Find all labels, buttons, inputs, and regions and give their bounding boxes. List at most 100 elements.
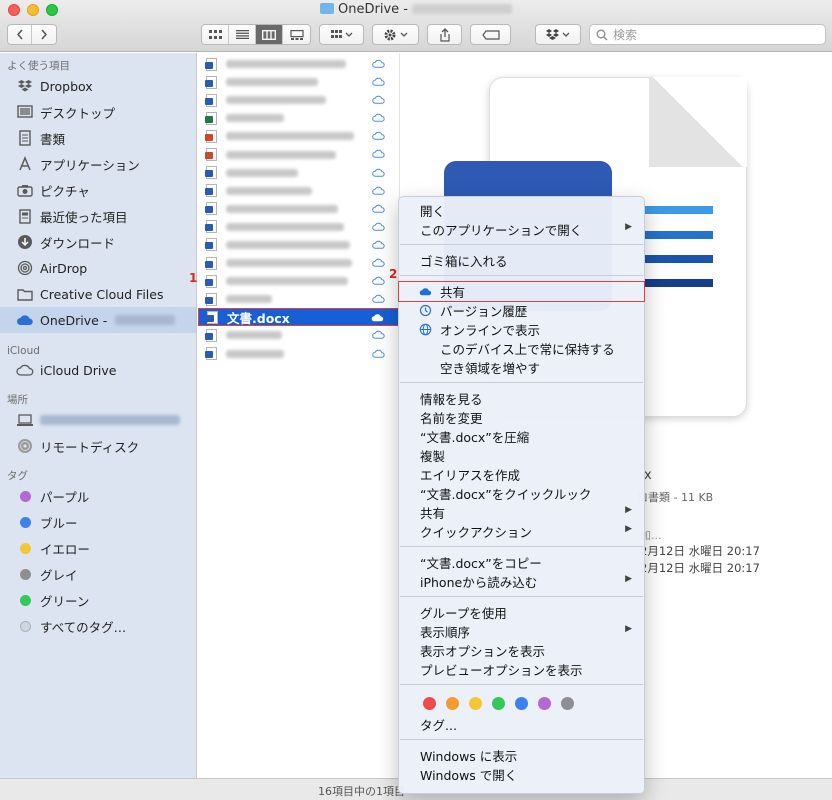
file-row[interactable] [198, 218, 399, 236]
menu-item-view-online[interactable]: オンラインで表示 [399, 320, 644, 339]
menu-item-compress[interactable]: “文書.docx”を圧縮 [399, 427, 644, 446]
column-view-button[interactable] [256, 25, 283, 44]
file-row[interactable] [198, 200, 399, 218]
action-button[interactable] [372, 24, 419, 45]
menu-item-version-history[interactable]: バージョン履歴 [399, 301, 644, 320]
file-row[interactable] [198, 290, 399, 308]
menu-item-open[interactable]: 開く [399, 201, 644, 220]
file-name-redacted [226, 277, 348, 286]
sidebar-item-documents[interactable]: 書類 [0, 125, 196, 151]
menu-item-import-from-iphone[interactable]: iPhoneから読み込む ▶ [399, 572, 644, 591]
tag-orange-button[interactable] [446, 696, 459, 710]
status-text: 16項目中の1項目 [318, 785, 405, 798]
dropbox-icon [546, 28, 570, 40]
menu-item-free-up-space[interactable]: 空き領域を増やす [399, 358, 644, 377]
file-row[interactable] [198, 109, 399, 127]
menu-item-duplicate[interactable]: 複製 [399, 446, 644, 465]
tag-red-button[interactable] [423, 696, 436, 710]
sidebar-item-all-tags[interactable]: すべてのタグ… [0, 613, 196, 639]
back-button[interactable] [8, 25, 33, 44]
sidebar-item-remote-disc[interactable]: リモートディスク [0, 433, 196, 459]
menu-item-sort-by[interactable]: 表示順序 ▶ [399, 622, 644, 641]
file-row[interactable] [198, 254, 399, 272]
menu-item-move-to-trash[interactable]: ゴミ箱に入れる [399, 251, 644, 270]
tag-blue-button[interactable] [515, 696, 528, 710]
file-row[interactable] [198, 164, 399, 182]
file-name-redacted [226, 132, 354, 141]
menu-item-open-with[interactable]: このアプリケーションで開く ▶ [399, 220, 644, 239]
menu-item-quick-look[interactable]: “文書.docx”をクイックルック [399, 484, 644, 503]
share-button[interactable] [427, 24, 462, 45]
file-row[interactable] [198, 272, 399, 290]
edit-tags-button[interactable] [470, 24, 511, 45]
menu-item-onedrive-share[interactable]: 共有 [398, 281, 645, 302]
list-icon [235, 30, 249, 39]
dropbox-menu-button[interactable] [535, 24, 581, 45]
file-row[interactable] [198, 345, 399, 363]
word-file-icon [205, 274, 217, 288]
tag-purple-button[interactable] [538, 696, 551, 710]
history-icon [419, 304, 432, 317]
menu-item-rename[interactable]: 名前を変更 [399, 408, 644, 427]
file-row[interactable] [198, 91, 399, 109]
menu-item-make-alias[interactable]: エイリアスを作成 [399, 465, 644, 484]
sidebar-item-recents[interactable]: 最近使った項目 [0, 203, 196, 229]
sidebar-item-downloads[interactable]: ダウンロード [0, 229, 196, 255]
menu-item-always-keep[interactable]: このデバイス上で常に保持する [399, 339, 644, 358]
sidebar-item-creative-cloud-files[interactable]: Creative Cloud Files [0, 281, 196, 307]
sidebar-item-pictures[interactable]: ピクチャ [0, 177, 196, 203]
menu-item-open-in-windows[interactable]: Windows で開く [399, 765, 644, 784]
sidebar-item-tag-yellow[interactable]: イエロー [0, 535, 196, 561]
file-row-selected[interactable]: 文書.docx [198, 308, 399, 327]
document-line [645, 279, 713, 287]
word-file-icon [205, 292, 217, 306]
tag-icon [481, 29, 500, 40]
tag-yellow-button[interactable] [469, 696, 482, 710]
tag-dot-icon [19, 542, 31, 554]
file-row[interactable] [198, 326, 399, 344]
folder-icon [320, 3, 335, 14]
submenu-arrow-icon: ▶ [625, 222, 632, 232]
menu-item-get-info[interactable]: 情報を見る [399, 389, 644, 408]
tag-gray-button[interactable] [561, 696, 574, 710]
file-row[interactable] [198, 182, 399, 200]
sidebar-item-tag-gray[interactable]: グレイ [0, 561, 196, 587]
list-view-button[interactable] [229, 25, 256, 44]
menu-item-copy[interactable]: “文書.docx”をコピー [399, 553, 644, 572]
sidebar-item-tag-green[interactable]: グリーン [0, 587, 196, 613]
file-row[interactable] [198, 236, 399, 254]
cloud-icon [372, 295, 385, 304]
menu-item-share[interactable]: 共有 ▶ [399, 503, 644, 522]
menu-item-show-in-windows[interactable]: Windows に表示 [399, 746, 644, 765]
menu-item-quick-actions[interactable]: クイックアクション ▶ [399, 522, 644, 541]
sidebar-item-macbook[interactable] [0, 407, 196, 433]
sidebar-item-dropbox[interactable]: Dropbox [0, 73, 196, 99]
file-row[interactable] [198, 127, 399, 145]
columns-icon [262, 29, 276, 40]
sidebar-item-tag-purple[interactable]: パープル [0, 483, 196, 509]
sidebar-item-desktop[interactable]: デスクトップ [0, 99, 196, 125]
cloud-icon [372, 77, 385, 86]
file-row[interactable] [198, 145, 399, 163]
cloud-icon [372, 168, 385, 177]
group-by-button[interactable] [319, 24, 364, 45]
tag-green-button[interactable] [492, 696, 505, 710]
menu-item-use-groups[interactable]: グループを使用 [399, 603, 644, 622]
search-field[interactable]: 検索 [589, 24, 826, 45]
forward-button[interactable] [32, 25, 56, 44]
gallery-view-button[interactable] [283, 25, 310, 44]
sidebar-item-applications[interactable]: アプリケーション [0, 151, 196, 177]
file-row[interactable] [198, 55, 399, 73]
icon-view-button[interactable] [202, 25, 229, 44]
cloud-icon [372, 204, 385, 213]
menu-item-show-preview-options[interactable]: プレビューオプションを表示 [399, 660, 644, 679]
word-file-icon [205, 238, 217, 252]
menu-item-tags[interactable]: タグ... [399, 715, 644, 734]
gallery-icon [289, 29, 304, 40]
sidebar-item-onedrive[interactable]: OneDrive - [0, 307, 196, 333]
menu-item-show-view-options[interactable]: 表示オプションを表示 [399, 641, 644, 660]
sidebar-item-icloud-drive[interactable]: iCloud Drive [0, 357, 196, 383]
file-row[interactable] [198, 73, 399, 91]
sidebar-item-airdrop[interactable]: AirDrop [0, 255, 196, 281]
sidebar-item-tag-blue[interactable]: ブルー [0, 509, 196, 535]
